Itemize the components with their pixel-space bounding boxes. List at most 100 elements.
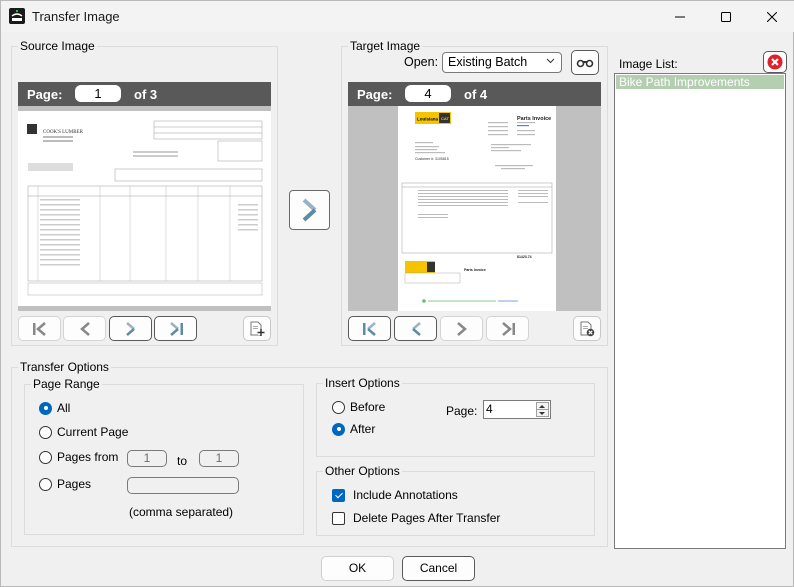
browse-batch-button[interactable] <box>571 50 599 75</box>
source-image-label: Source Image <box>18 39 97 53</box>
insert-options-label: Insert Options <box>323 376 402 390</box>
radio-pages-label: Pages <box>57 477 92 491</box>
delete-after-transfer-label: Delete Pages After Transfer <box>353 511 501 525</box>
checkbox-indicator <box>332 511 345 525</box>
radio-after[interactable]: After <box>332 422 375 436</box>
remove-icon <box>767 54 783 70</box>
maximize-icon <box>721 11 731 22</box>
pages-to-input[interactable]: 1 <box>199 450 239 467</box>
radio-pages-from-label: Pages from <box>57 450 119 464</box>
target-next-page-button[interactable] <box>440 316 483 341</box>
comma-separated-hint: (comma separated) <box>129 505 234 519</box>
other-options-group: Other Options <box>316 464 595 536</box>
source-next-page-button[interactable] <box>109 316 152 341</box>
source-page-bar: Page: 1 of 3 <box>18 82 271 106</box>
svg-text:Parts Invoice: Parts Invoice <box>464 268 486 272</box>
insert-page-value: 4 <box>486 402 493 416</box>
insert-page-spinner[interactable]: 4 <box>483 400 551 419</box>
first-page-icon <box>32 321 46 336</box>
target-preview: Louisiana CAT Parts Invoice Customer #: … <box>348 106 601 311</box>
source-first-page-button[interactable] <box>18 316 61 341</box>
source-previous-page-button[interactable] <box>63 316 106 341</box>
insert-options-group: Insert Options <box>316 376 595 457</box>
to-label: to <box>177 454 188 468</box>
image-list-item[interactable]: Bike Path Improvements <box>616 75 784 89</box>
target-page-input[interactable]: 4 <box>405 85 451 102</box>
radio-indicator <box>332 400 345 414</box>
page-range-label: Page Range <box>31 377 102 391</box>
target-page-count: of 4 <box>464 87 488 102</box>
target-page-bar: Page: 4 of 4 <box>348 82 601 106</box>
source-page-input[interactable]: 1 <box>75 85 121 102</box>
chevron-down-icon <box>546 58 555 64</box>
checkbox-indicator <box>332 488 345 502</box>
image-list-label: Image List: <box>619 57 678 71</box>
target-first-page-button[interactable] <box>348 316 391 341</box>
delete-page-button[interactable] <box>573 316 601 341</box>
window-title: Transfer Image <box>32 9 120 24</box>
svg-text:Customer #: 3105815: Customer #: 3105815 <box>415 157 449 161</box>
last-page-icon <box>501 321 515 336</box>
pages-from-input[interactable]: 1 <box>127 450 167 467</box>
transfer-image-dialog: Transfer Image Source Image Page: 1 of 3… <box>0 0 794 587</box>
source-preview: COOK'S LUMBER <box>18 106 271 311</box>
close-button[interactable] <box>749 1 794 32</box>
add-page-button[interactable] <box>243 316 271 341</box>
radio-indicator <box>332 422 345 436</box>
radio-indicator <box>39 425 52 439</box>
transfer-button[interactable] <box>289 190 330 230</box>
target-last-page-button[interactable] <box>486 316 529 341</box>
binoculars-icon <box>576 59 594 67</box>
minimize-icon <box>675 16 685 17</box>
svg-text:Parts Invoice: Parts Invoice <box>517 116 551 122</box>
target-page-label: Page: <box>357 87 393 102</box>
first-page-icon <box>362 321 376 336</box>
delete-page-icon <box>580 321 595 336</box>
radio-indicator <box>39 450 52 464</box>
include-annotations-checkbox[interactable]: Include Annotations <box>332 488 458 502</box>
radio-all-label: All <box>57 401 71 415</box>
other-options-label: Other Options <box>323 464 402 478</box>
radio-all[interactable]: All <box>39 401 70 415</box>
pages-list-input[interactable] <box>127 477 239 494</box>
radio-before-label: Before <box>350 400 386 414</box>
transfer-options-label: Transfer Options <box>18 360 111 374</box>
delete-after-transfer-checkbox[interactable]: Delete Pages After Transfer <box>332 511 500 525</box>
spin-up-icon <box>539 405 545 408</box>
cancel-button[interactable]: Cancel <box>402 556 475 581</box>
open-select[interactable]: Existing Batch <box>442 52 562 73</box>
radio-before[interactable]: Before <box>332 400 385 414</box>
previous-page-icon <box>411 321 421 336</box>
radio-indicator <box>39 401 52 415</box>
svg-text:CAT: CAT <box>441 116 449 121</box>
radio-pages[interactable]: Pages <box>39 477 91 491</box>
remove-image-button[interactable] <box>763 51 787 73</box>
source-page-label: Page: <box>27 87 63 102</box>
close-icon <box>767 11 777 22</box>
source-page-image: COOK'S LUMBER <box>18 111 271 306</box>
ok-button[interactable]: OK <box>321 556 394 581</box>
target-page-image: Louisiana CAT Parts Invoice Customer #: … <box>398 106 556 311</box>
maximize-button[interactable] <box>703 1 749 32</box>
insert-page-label: Page: <box>446 404 478 418</box>
svg-text:COOK'S LUMBER: COOK'S LUMBER <box>43 130 84 135</box>
radio-after-label: After <box>350 422 376 436</box>
radio-indicator <box>39 477 52 491</box>
open-label: Open: <box>404 55 439 69</box>
include-annotations-label: Include Annotations <box>353 488 458 502</box>
source-page-count: of 3 <box>134 87 158 102</box>
spinner-arrows[interactable] <box>536 402 549 417</box>
radio-pages-from[interactable]: Pages from <box>39 450 118 464</box>
image-list[interactable]: Bike Path Improvements <box>614 73 786 549</box>
source-last-page-button[interactable] <box>154 316 197 341</box>
radio-current-page-label: Current Page <box>57 425 129 439</box>
open-select-value: Existing Batch <box>448 55 528 69</box>
target-previous-page-button[interactable] <box>394 316 437 341</box>
spin-down-icon <box>539 412 545 415</box>
last-page-icon <box>169 321 183 336</box>
add-page-icon <box>250 321 265 336</box>
chevron-right-icon <box>302 198 316 222</box>
radio-current-page[interactable]: Current Page <box>39 425 128 439</box>
minimize-button[interactable] <box>657 1 703 32</box>
previous-page-icon <box>79 321 90 336</box>
